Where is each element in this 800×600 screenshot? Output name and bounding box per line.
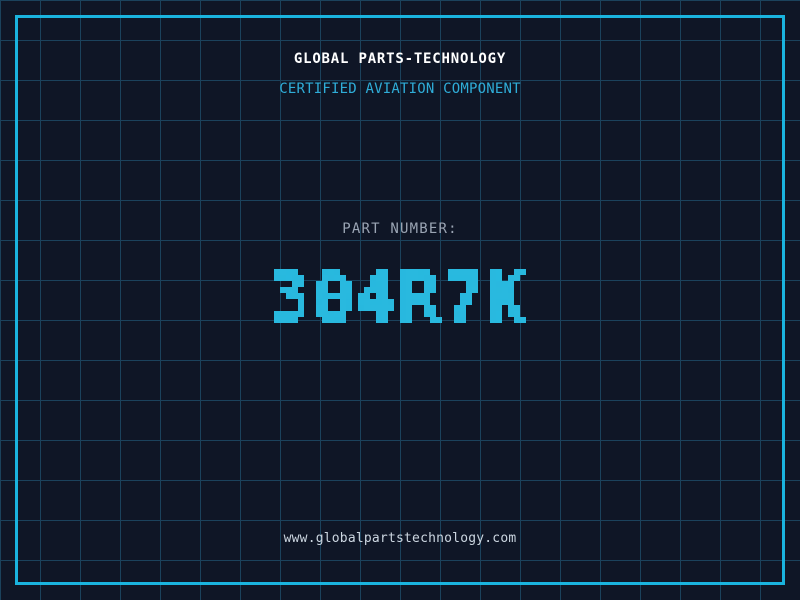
part-number-row: 304R7K xyxy=(0,245,800,341)
part-number-label: PART NUMBER: xyxy=(342,221,458,237)
certificate-screen: GLOBAL PARTS-TECHNOLOGY CERTIFIED AVIATI… xyxy=(0,0,800,600)
company-title: GLOBAL PARTS-TECHNOLOGY xyxy=(293,51,507,67)
website-url: www.globalpartstechnology.com xyxy=(283,531,517,546)
certification-subtitle: CERTIFIED AVIATION COMPONENT xyxy=(279,81,521,97)
part-number-display xyxy=(262,245,538,341)
